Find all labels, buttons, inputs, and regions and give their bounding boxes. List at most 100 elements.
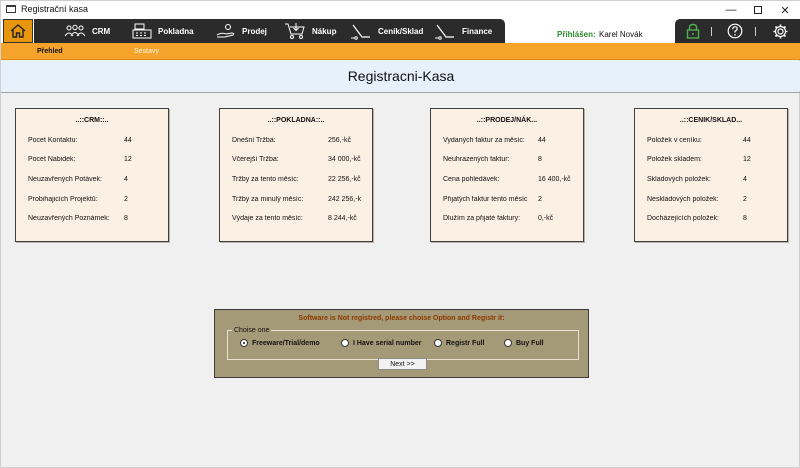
user-label: Přihlášen: [557, 30, 596, 39]
radio-icon [434, 339, 442, 347]
radio-registr-full[interactable]: Registr Full [434, 339, 485, 347]
stat-value: 12 [743, 156, 751, 163]
panel-title: ..::POKLADNA::.. [267, 117, 325, 124]
radio-label: Freeware/Trial/demo [252, 339, 320, 347]
radio-buy-full[interactable]: Buy Full [504, 339, 544, 347]
radio-label: I Have serial number [353, 339, 422, 347]
radio-icon [341, 339, 349, 347]
nav-item-label: Pokladna [158, 26, 194, 36]
panel-title: ..::PRODEJ/NÁK... [476, 117, 538, 124]
app-window: Registrační kasa — ✕ CRM Pokladna Prodej… [0, 0, 800, 468]
maximize-button[interactable] [744, 1, 772, 19]
radio-selected-icon [240, 339, 248, 347]
stat-value: 2 [538, 196, 542, 203]
stat-label: Dnešní Tržba: [232, 137, 276, 144]
stat-label: Položek skladem: [647, 156, 702, 163]
settings-gear-icon [773, 24, 788, 39]
stat-value: 4 [743, 176, 747, 183]
panel-title: ..::CENIK/SKLAD... [679, 117, 743, 124]
close-icon: ✕ [780, 4, 790, 17]
nav-item-crm[interactable]: CRM [64, 19, 110, 43]
stat-label: Dlužím za přijaté faktury: [443, 215, 521, 222]
settings-button[interactable] [772, 23, 789, 40]
nav-item-label: CRM [92, 26, 111, 36]
top-nav: CRM Pokladna Prodej Nákup Ceník/Sklad Fi… [1, 19, 800, 43]
next-button[interactable]: Next >> [378, 358, 427, 370]
radio-icon [504, 339, 512, 347]
stat-value: 8 244,-kč [328, 215, 357, 222]
stat-label: Vydaných faktur za měsíc: [443, 137, 525, 144]
registration-message: Software is Not registred, please choise… [298, 315, 505, 322]
stat-label: Probihajicích Projektů: [28, 196, 98, 203]
toolbar-divider [755, 27, 756, 36]
stat-label: Neskladových položek: [647, 196, 719, 203]
stat-value: 8 [743, 215, 747, 222]
nav-item-cenik-sklad[interactable]: Ceník/Sklad [350, 19, 423, 43]
nav-item-prodej[interactable]: Prodej [216, 19, 267, 43]
minimize-button[interactable]: — [717, 1, 745, 19]
finance-icon [435, 24, 454, 40]
nav-item-label: Nákup [312, 26, 337, 36]
page-title: Registracni-Kasa [347, 68, 455, 84]
stat-value: 2 [124, 196, 128, 203]
stat-value: 256,-kč [328, 137, 351, 144]
minimize-icon: — [725, 4, 737, 16]
close-button[interactable]: ✕ [771, 1, 799, 19]
stat-label: Cena pohledávek: [443, 176, 500, 183]
registration-panel: Software is Not registred, please choise… [214, 309, 589, 378]
stat-label: Přijatých faktur tento měsíc [443, 196, 528, 203]
sub-nav: Přehled Sestavy [1, 43, 800, 60]
stat-label: Neuzavřených Potávek: [28, 176, 102, 183]
stat-label: Pocet Nabidek: [28, 156, 76, 163]
radio-freeware[interactable]: Freeware/Trial/demo [240, 339, 320, 347]
pokladna-summary-panel: ..::POKLADNA::.. Dnešní Tržba: 256,-kč V… [219, 108, 373, 242]
stat-label: Položek v ceníku: [647, 137, 702, 144]
page-header: Registracni-Kasa [1, 61, 800, 91]
nav-item-label: Prodej [242, 26, 267, 36]
user-name: Karel Novák [599, 30, 643, 39]
help-button[interactable] [727, 23, 743, 39]
tab-sestavy[interactable]: Sestavy [134, 48, 159, 55]
home-icon [10, 24, 26, 38]
stat-label: Neuzavřených Poznámek: [28, 215, 110, 222]
radio-label: Buy Full [516, 339, 544, 347]
cart-icon [285, 23, 305, 39]
stat-label: Skladových položek: [647, 176, 711, 183]
home-button[interactable] [3, 19, 33, 43]
panel-title: ..::CRM::.. [75, 117, 109, 124]
stat-label: Docházejících položek: [647, 215, 719, 222]
stat-value: 34 000,-kč [328, 156, 361, 163]
stat-label: Výdaje za tento měsíc: [232, 215, 303, 222]
cenik-sklad-summary-panel: ..::CENIK/SKLAD... Položek v ceníku: 44 … [634, 108, 788, 242]
license-option-group: Freeware/Trial/demo I Have serial number… [227, 330, 579, 360]
stat-value: 242 256,-k [328, 196, 362, 203]
stat-label: Neuhrazených faktur: [443, 156, 510, 163]
stat-value: 44 [538, 137, 546, 144]
lock-icon [686, 23, 700, 39]
hand-coin-icon [216, 24, 235, 38]
nav-item-nakup[interactable]: Nákup [284, 19, 336, 43]
tab-prehled[interactable]: Přehled [37, 48, 63, 55]
crm-summary-panel: ..::CRM::.. Pocet Kontaktu: 44 Pocet Nab… [15, 108, 169, 242]
app-window-icon [6, 5, 16, 13]
prodej-nakup-summary-panel: ..::PRODEJ/NÁK... Vydaných faktur za měs… [430, 108, 584, 242]
header-divider [1, 92, 800, 93]
stat-label: Tržby za tento měsíc: [232, 176, 299, 183]
radio-serial-number[interactable]: I Have serial number [341, 339, 421, 347]
stat-label: Tržby za minulý měsíc: [232, 196, 304, 203]
stat-value: 8 [538, 156, 542, 163]
toolbar-divider [711, 27, 712, 36]
toolbar-right [675, 19, 800, 43]
cash-register-icon [132, 23, 152, 39]
option-group-label: Choise one [232, 327, 272, 334]
lock-button[interactable] [686, 23, 700, 39]
nav-item-label: Finance [462, 26, 493, 36]
window-title: Registrační kasa [21, 4, 89, 14]
stat-value: 22 256,-kč [328, 176, 361, 183]
main-nav: CRM Pokladna Prodej Nákup Ceník/Sklad Fi… [34, 19, 505, 43]
nav-item-finance[interactable]: Finance [434, 19, 492, 43]
stat-value: 44 [743, 137, 751, 144]
nav-item-pokladna[interactable]: Pokladna [132, 19, 194, 43]
help-icon [727, 23, 743, 39]
title-bar: Registrační kasa — ✕ [1, 1, 800, 19]
